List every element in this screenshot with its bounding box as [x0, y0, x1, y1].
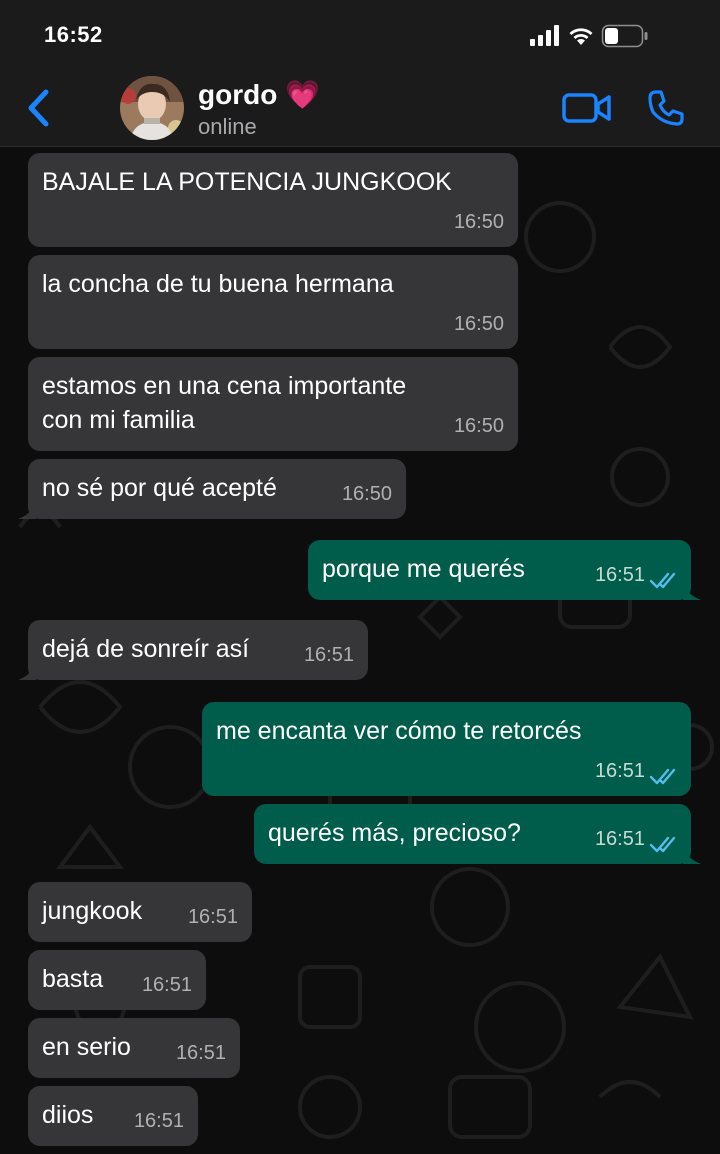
- message-timestamp: 16:51: [303, 644, 354, 666]
- incoming-message-bubble[interactable]: la concha de tu buena hermana 16:50: [28, 255, 518, 349]
- battery-icon: [601, 24, 648, 48]
- bubble-tail: [683, 844, 701, 864]
- message-text-line: basta: [42, 965, 104, 993]
- bubble-tail: [18, 660, 36, 680]
- message-timestamp: 16:51: [187, 906, 238, 928]
- message-text-line: dejá de sonreír así: [42, 635, 250, 663]
- message-text: la concha de tu buena hermana: [42, 267, 394, 301]
- incoming-message-bubble[interactable]: diios 16:51: [28, 1086, 198, 1146]
- message-timestamp: 16:51: [594, 564, 645, 586]
- message-text: me encanta ver cómo te retorcés: [216, 714, 581, 748]
- message-timestamp: 16:51: [594, 760, 645, 782]
- message-text: jungkook: [42, 894, 142, 928]
- outgoing-message-bubble[interactable]: porque me querés 16:51: [308, 540, 701, 600]
- contact-name-text: gordo: [198, 79, 278, 110]
- message-text-line: la concha de tu buena hermana: [42, 270, 394, 298]
- message-text: estamos en una cena importante con mi fam…: [42, 369, 406, 437]
- incoming-message-bubble[interactable]: jungkook 16:51: [28, 882, 252, 942]
- incoming-message-bubble[interactable]: basta 16:51: [28, 950, 206, 1010]
- contact-avatar[interactable]: [120, 76, 184, 140]
- message-timestamp: 16:50: [453, 313, 504, 335]
- outgoing-message-bubble[interactable]: me encanta ver cómo te retorcés 16:51: [202, 702, 691, 796]
- message-text: dejá de sonreír así: [42, 632, 249, 666]
- message-text: BAJALE LA POTENCIA JUNGKOOK: [42, 165, 452, 199]
- message-text: basta: [42, 962, 103, 996]
- message-text-line: en serio: [42, 1033, 131, 1061]
- bubble-tail: [18, 499, 36, 519]
- cellular-signal-icon: [530, 25, 559, 46]
- incoming-message-bubble[interactable]: dejá de sonreír así 16:51: [18, 620, 368, 680]
- message-text: en serio: [42, 1030, 131, 1064]
- message-text: querés más, precioso?: [268, 816, 521, 850]
- message-timestamp: 16:50: [453, 211, 504, 233]
- incoming-message-bubble[interactable]: estamos en una cena importante con mi fam…: [28, 357, 518, 451]
- read-receipt-icon: [649, 768, 676, 785]
- message-timestamp: 16:51: [175, 1042, 226, 1064]
- message-text-line: estamos en una cena importante: [42, 372, 407, 400]
- contact-status: online: [198, 114, 257, 139]
- read-receipt-icon: [649, 572, 676, 589]
- message-timestamp: 16:50: [453, 415, 504, 437]
- message-timestamp: 16:51: [594, 828, 645, 850]
- message-text-line: con mi familia: [42, 406, 195, 434]
- phone-call-icon[interactable]: [646, 88, 686, 128]
- message-text: porque me querés: [322, 552, 525, 586]
- message-text-line: diios: [42, 1101, 94, 1129]
- message-text-line: BAJALE LA POTENCIA JUNGKOOK: [42, 168, 452, 196]
- message-text-line: querés más, precioso?: [268, 819, 521, 847]
- incoming-message-bubble[interactable]: no sé por qué acepté 16:50: [18, 459, 406, 519]
- message-text-line: no sé por qué acepté: [42, 474, 277, 502]
- status-time: 16:52: [44, 22, 103, 47]
- status-icons: [530, 24, 648, 48]
- video-call-icon[interactable]: [562, 92, 612, 124]
- message-timestamp: 16:51: [133, 1110, 184, 1132]
- back-arrow-icon[interactable]: [22, 86, 58, 130]
- message-timestamp: 16:50: [341, 483, 392, 505]
- contact-name[interactable]: gordo 💗: [198, 78, 320, 111]
- outgoing-message-bubble[interactable]: querés más, precioso? 16:51: [254, 804, 701, 864]
- read-receipt-icon: [649, 836, 676, 853]
- message-text-line: porque me querés: [322, 555, 525, 583]
- message-text: diios: [42, 1098, 93, 1132]
- message-text-line: jungkook: [42, 897, 143, 925]
- message-text: no sé por qué acepté: [42, 471, 277, 505]
- sparkling-heart-emoji: 💗: [285, 79, 320, 110]
- message-text-line: me encanta ver cómo te retorcés: [216, 717, 582, 745]
- wifi-icon: [569, 28, 593, 45]
- status-bar: 16:52: [0, 0, 720, 70]
- message-timestamp: 16:51: [141, 974, 192, 996]
- bubble-tail: [683, 580, 701, 600]
- chat-header: gordo 💗 online: [0, 70, 720, 147]
- incoming-message-bubble[interactable]: en serio 16:51: [28, 1018, 240, 1078]
- chat-area[interactable]: BAJALE LA POTENCIA JUNGKOOK 16:50 la conch…: [0, 147, 720, 1154]
- incoming-message-bubble[interactable]: BAJALE LA POTENCIA JUNGKOOK 16:50: [28, 153, 518, 247]
